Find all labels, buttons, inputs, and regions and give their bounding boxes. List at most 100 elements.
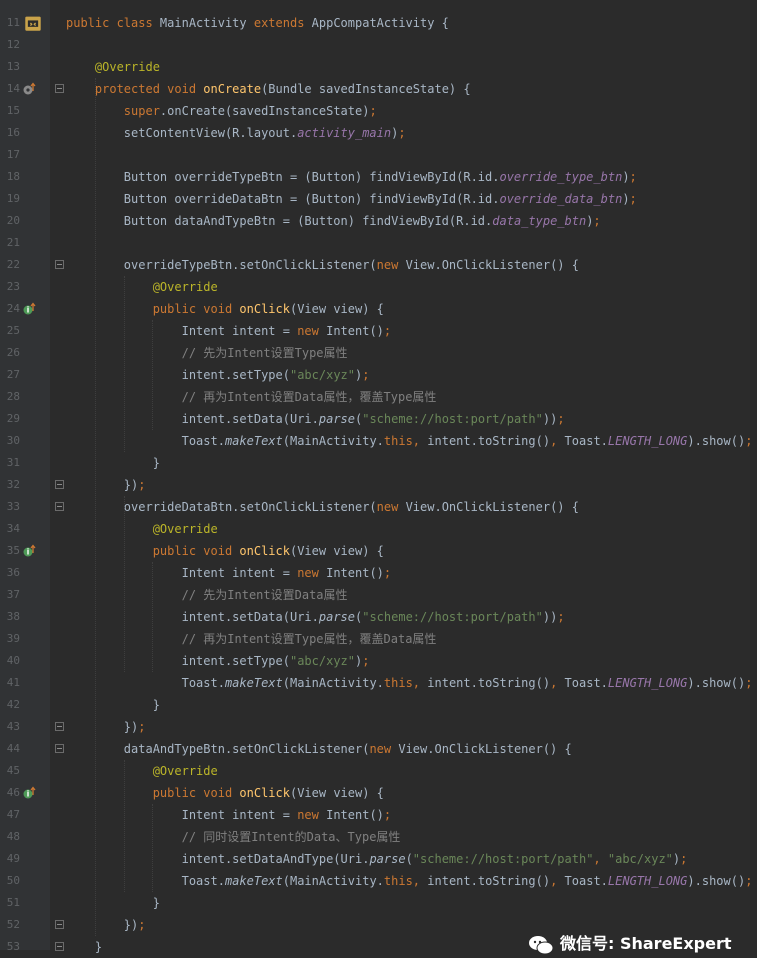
code-line[interactable]: 17 [0,144,757,166]
code-line[interactable]: 28 // 再为Intent设置Data属性，覆盖Type属性 [0,386,757,408]
indent-guide [152,804,154,892]
code-text: } [66,694,160,716]
code-line[interactable]: 44 dataAndTypeBtn.setOnClickListener(new… [0,738,757,760]
code-token: intent.toString() [427,874,551,888]
code-line[interactable]: 30 Toast.makeText(MainActivity.this, int… [0,430,757,452]
code-token: "scheme://host:port/path" [362,610,543,624]
code-token: LENGTH_LONG [607,434,688,448]
code-line[interactable]: 48 // 同时设置Intent的Data、Type属性 [0,826,757,848]
code-token: Intent intent = [66,566,298,580]
code-text: intent.setDataAndType(Uri.parse("scheme:… [66,848,688,870]
code-line[interactable]: 50 Toast.makeText(MainActivity.this, int… [0,870,757,892]
code-token: overrideDataBtn.setOnClickListener( [66,500,377,514]
code-line[interactable]: 13 @Override [0,56,757,78]
code-line[interactable]: 31 } [0,452,757,474]
fold-toggle-icon[interactable] [55,84,64,93]
code-token: ).show() [687,434,746,448]
code-line[interactable]: 21 [0,232,757,254]
override-method-icon[interactable] [22,82,36,96]
code-line[interactable]: 25 Intent intent = new Intent(); [0,320,757,342]
implement-method-icon[interactable] [22,544,36,558]
code-line[interactable]: 42 } [0,694,757,716]
code-line[interactable]: 22 overrideTypeBtn.setOnClickListener(ne… [0,254,757,276]
code-token: , [550,874,565,888]
code-token: "abc/xyz" [289,654,355,668]
code-token: ; [745,434,753,448]
code-line[interactable]: 43 }); [0,716,757,738]
code-text: public class MainActivity extends AppCom… [66,12,449,34]
fold-toggle-icon[interactable] [55,744,64,753]
code-text: }); [66,716,146,738]
code-line[interactable]: 26 // 先为Intent设置Type属性 [0,342,757,364]
code-line[interactable]: 33 overrideDataBtn.setOnClickListener(ne… [0,496,757,518]
code-line[interactable]: 41 Toast.makeText(MainActivity.this, int… [0,672,757,694]
code-token: Button overrideTypeBtn = (Button) findVi… [66,170,500,184]
line-number: 28 [6,390,20,403]
code-token: )) [542,412,558,426]
code-line[interactable]: 29 intent.setData(Uri.parse("scheme://ho… [0,408,757,430]
code-token: public void [152,544,240,558]
code-line[interactable]: 20 Button dataAndTypeBtn = (Button) find… [0,210,757,232]
code-line[interactable]: 15 super.onCreate(savedInstanceState); [0,100,757,122]
code-line[interactable]: 27 intent.setType("abc/xyz"); [0,364,757,386]
code-line[interactable]: 24 public void onClick(View view) { [0,298,757,320]
code-token: Toast. [564,676,608,690]
line-number: 22 [6,258,20,271]
code-line[interactable]: 49 intent.setDataAndType(Uri.parse("sche… [0,848,757,870]
code-token: intent.toString() [427,676,551,690]
code-line[interactable]: 37 // 先为Intent设置Data属性 [0,584,757,606]
implement-method-icon[interactable] [22,302,36,316]
code-line[interactable]: 46 public void onClick(View view) { [0,782,757,804]
code-line[interactable]: 14 protected void onCreate(Bundle savedI… [0,78,757,100]
code-token: AppCompatActivity { [311,16,449,30]
code-token: onClick [239,302,290,316]
line-number: 43 [6,720,20,733]
code-token: makeText [224,676,283,690]
line-number: 41 [6,676,20,689]
implement-method-icon[interactable] [22,786,36,800]
line-number: 45 [6,764,20,777]
code-line[interactable]: 47 Intent intent = new Intent(); [0,804,757,826]
code-token: View.OnClickListener() { [405,500,579,514]
indent-guide [152,562,154,672]
code-line[interactable]: 19 Button overrideDataBtn = (Button) fin… [0,188,757,210]
code-token: Intent intent = [66,808,298,822]
code-token: intent.setType( [66,368,290,382]
code-text: Intent intent = new Intent(); [66,562,392,584]
code-line[interactable]: 36 Intent intent = new Intent(); [0,562,757,584]
line-number: 52 [6,918,20,931]
code-token: parse [318,412,355,426]
code-text: intent.setData(Uri.parse("scheme://host:… [66,606,565,628]
code-line[interactable]: 34 @Override [0,518,757,540]
code-line[interactable]: 32 }); [0,474,757,496]
code-token: , [550,676,565,690]
code-line[interactable]: 18 Button overrideTypeBtn = (Button) fin… [0,166,757,188]
code-line[interactable]: 39 // 再为Intent设置Type属性，覆盖Data属性 [0,628,757,650]
fold-toggle-icon[interactable] [55,260,64,269]
class-android-icon[interactable] [24,14,42,32]
line-number: 49 [6,852,20,865]
code-line[interactable]: 35 public void onClick(View view) { [0,540,757,562]
code-line[interactable]: 45 @Override [0,760,757,782]
code-line[interactable]: 12 [0,34,757,56]
code-line[interactable]: 51 } [0,892,757,914]
code-text: super.onCreate(savedInstanceState); [66,100,377,122]
code-token: ( [405,852,413,866]
code-line[interactable]: 38 intent.setData(Uri.parse("scheme://ho… [0,606,757,628]
code-line[interactable]: 40 intent.setType("abc/xyz"); [0,650,757,672]
fold-toggle-icon[interactable] [55,722,64,731]
code-text: intent.setType("abc/xyz"); [66,650,370,672]
fold-toggle-icon[interactable] [55,920,64,929]
code-line[interactable]: 23 @Override [0,276,757,298]
fold-toggle-icon[interactable] [55,480,64,489]
code-line[interactable]: 11 public class MainActivity extends AppC… [0,12,757,34]
code-token: parse [318,610,355,624]
code-text: public void onClick(View view) { [66,782,384,804]
fold-toggle-icon[interactable] [55,502,64,511]
code-token: } [66,456,160,470]
line-number: 24 [6,302,20,315]
code-token: Toast. [564,434,608,448]
code-token: setContentView(R.layout. [66,126,298,140]
code-token: } [66,896,160,910]
code-line[interactable]: 16 setContentView(R.layout.activity_main… [0,122,757,144]
